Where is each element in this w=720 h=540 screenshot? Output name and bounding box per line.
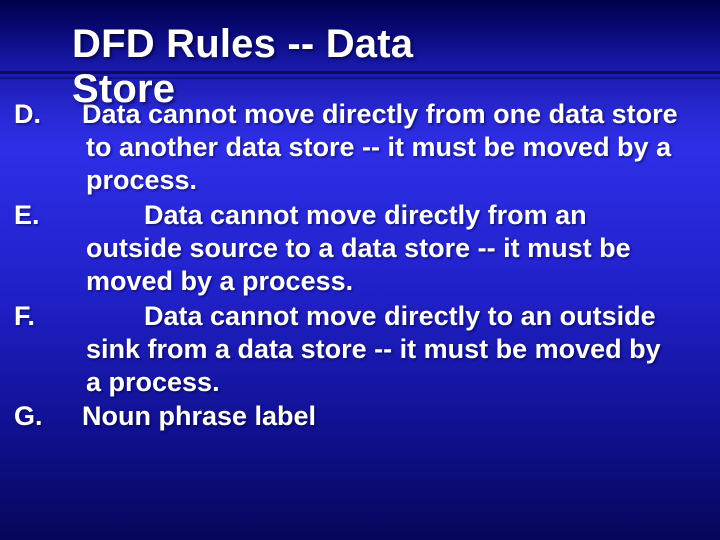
item-text: Data cannot move directly from one data … — [82, 99, 678, 195]
list-item: G.Noun phrase label — [50, 400, 680, 433]
body-text: D.Data cannot move directly from one dat… — [50, 98, 680, 435]
item-marker: G. — [50, 400, 82, 433]
item-marker: F. — [50, 300, 114, 333]
list-item: E. Data cannot move directly from an out… — [50, 199, 680, 298]
item-text: Noun phrase label — [82, 401, 316, 431]
list-item: D.Data cannot move directly from one dat… — [50, 98, 680, 197]
item-text: Data cannot move directly to an outside … — [86, 301, 661, 397]
item-marker: E. — [50, 199, 114, 232]
title-block: DFD Rules -- Data Store — [72, 22, 680, 112]
slide-title: DFD Rules -- Data Store — [72, 22, 680, 112]
item-text: Data cannot move directly from an outsid… — [86, 200, 631, 296]
title-line-2: Store — [72, 67, 680, 112]
list-item: F. Data cannot move directly to an outsi… — [50, 300, 680, 399]
slide: DFD Rules -- Data Store D.Data cannot mo… — [0, 0, 720, 540]
title-line-1: DFD Rules -- Data — [72, 22, 413, 66]
